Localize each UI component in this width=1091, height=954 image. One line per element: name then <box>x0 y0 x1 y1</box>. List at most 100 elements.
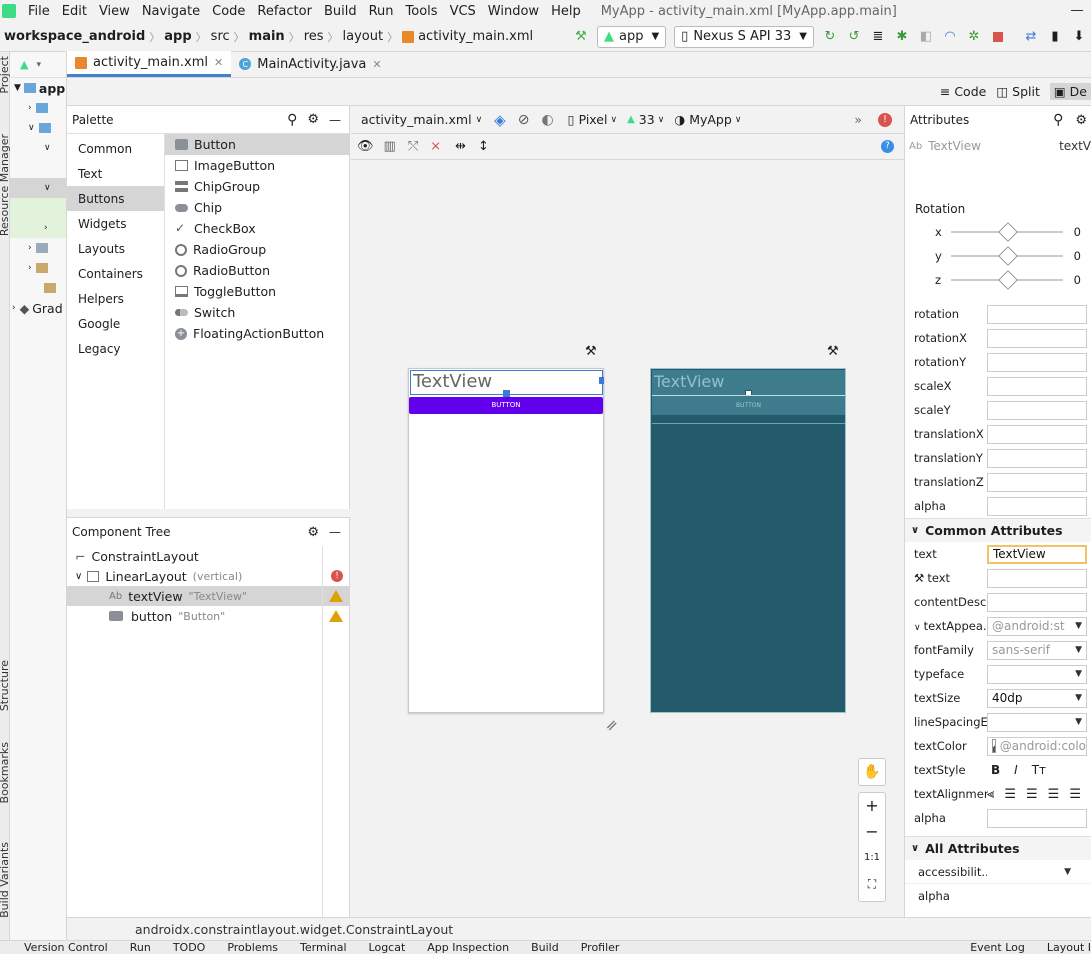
palette-category-buttons[interactable]: Buttons <box>67 186 164 211</box>
attr-input[interactable] <box>987 400 1087 420</box>
tree-row-constraintlayout[interactable]: ⌐ ConstraintLayout <box>67 546 349 566</box>
attr-input[interactable] <box>987 304 1087 324</box>
layout-inspector-tool-tab[interactable]: Layout I <box>1047 941 1091 954</box>
align-right-icon[interactable]: ☰ <box>1048 787 1060 802</box>
wrench-icon[interactable]: ⚒ <box>827 344 839 359</box>
bold-icon[interactable]: B <box>991 763 1000 777</box>
gear-icon[interactable]: ⚙ <box>1075 113 1087 128</box>
tree-row-button[interactable]: button "Button" <box>67 606 349 626</box>
orientation-icon[interactable]: ⊘ <box>518 112 530 128</box>
wrench-icon[interactable]: ⚒ <box>585 344 597 359</box>
widget-id-field[interactable]: textV <box>1059 139 1091 153</box>
pack-vertical-icon[interactable]: ↕ <box>478 139 489 154</box>
palette-item-togglebutton[interactable]: ToggleButton <box>165 281 349 302</box>
code-mode-button[interactable]: ≡ Code <box>940 84 987 99</box>
preview-button[interactable]: BUTTON <box>409 397 603 414</box>
project-tree-row[interactable]: › ◆ Grad <box>10 298 66 318</box>
menu-help[interactable]: Help <box>545 4 587 19</box>
component-path[interactable]: androidx.constraintlayout.widget.Constra… <box>135 922 453 937</box>
device-manager-icon[interactable]: ▮ <box>1046 28 1064 46</box>
attr-input[interactable] <box>987 472 1087 492</box>
debug-icon[interactable]: ✱ <box>893 28 911 46</box>
menu-vcs[interactable]: VCS <box>444 4 482 19</box>
error-icon[interactable]: ! <box>331 570 343 582</box>
profiler-tool-tab[interactable]: Profiler <box>581 941 620 954</box>
palette-category-common[interactable]: Common <box>67 136 164 161</box>
attr-input[interactable] <box>987 328 1087 348</box>
api-level-select[interactable]: ▲ 33 ∨ <box>627 112 664 127</box>
sdk-manager-icon[interactable]: ⬇ <box>1070 28 1088 46</box>
tab-mainactivity-java[interactable]: C MainActivity.java ✕ <box>231 51 389 77</box>
rerun-icon[interactable]: ↻ <box>821 28 839 46</box>
night-mode-icon[interactable]: ◐ <box>541 112 553 128</box>
slider-knob[interactable] <box>998 270 1018 290</box>
project-tree-row[interactable]: ∨ <box>10 118 66 138</box>
run-tool-tab[interactable]: Run <box>130 941 151 954</box>
attr-input[interactable] <box>987 376 1087 396</box>
autoconnect-icon[interactable]: ⤲ <box>408 139 418 154</box>
design-preview[interactable]: TextView BUTTON <box>408 368 604 713</box>
palette-item-checkbox[interactable]: ✓ CheckBox <box>165 218 349 239</box>
layout-file-select[interactable]: activity_main.xml ∨ <box>361 112 482 127</box>
terminal-tool-tab[interactable]: Terminal <box>300 941 347 954</box>
minimize-icon[interactable]: — <box>329 113 341 127</box>
search-icon[interactable]: ⚲ <box>287 112 297 128</box>
resize-corner-icon[interactable]: ═ <box>602 715 622 735</box>
breadcrumb-res[interactable]: res <box>300 29 328 44</box>
palette-category-helpers[interactable]: Helpers <box>67 286 164 311</box>
project-tree-row[interactable]: ∨ <box>10 138 66 158</box>
attr-input[interactable] <box>987 808 1087 828</box>
palette-item-radiobutton[interactable]: RadioButton <box>165 260 349 281</box>
sync-gradle-icon[interactable]: ⇄ <box>1022 28 1040 46</box>
breadcrumb-file[interactable]: activity_main.xml <box>398 29 537 44</box>
menu-view[interactable]: View <box>93 4 136 19</box>
menu-code[interactable]: Code <box>206 4 251 19</box>
attr-input[interactable] <box>987 448 1087 468</box>
palette-item-floatingactionbutton[interactable]: + FloatingActionButton <box>165 323 349 344</box>
project-tree-row[interactable]: ▼ app <box>10 78 66 98</box>
attr-dropdown[interactable]: 40dp ▼ <box>987 688 1087 708</box>
menu-navigate[interactable]: Navigate <box>136 4 206 19</box>
close-icon[interactable]: ✕ <box>214 56 223 69</box>
attr-color-input[interactable]: @android:colo <box>987 736 1087 756</box>
blueprint-preview[interactable]: TextView BUTTON <box>650 368 846 713</box>
stop-icon[interactable] <box>989 28 1007 46</box>
breadcrumb-main[interactable]: main <box>245 29 289 44</box>
logcat-tool-tab[interactable]: Logcat <box>369 941 406 954</box>
project-tree-row[interactable]: › <box>10 98 66 118</box>
search-icon[interactable]: ⚲ <box>1053 112 1063 128</box>
design-mode-button[interactable]: ▣ De <box>1049 83 1091 100</box>
warning-icon[interactable] <box>329 590 343 602</box>
attr-dropdown[interactable]: @android:st ▼ <box>987 616 1087 636</box>
project-tree-row[interactable] <box>10 158 66 178</box>
palette-item-chip[interactable]: Chip <box>165 197 349 218</box>
device-select[interactable]: ▯ Nexus S API 33 ▼ <box>674 25 814 48</box>
palette-item-switch[interactable]: Switch <box>165 302 349 323</box>
theme-select[interactable]: ◑ MyApp ∨ <box>674 112 741 127</box>
menu-build[interactable]: Build <box>318 4 363 19</box>
menu-window[interactable]: Window <box>482 4 545 19</box>
layers-icon[interactable]: ◈ <box>494 111 506 129</box>
blueprint-button[interactable]: BUTTON <box>652 395 845 415</box>
project-tree-row[interactable]: ∨ <box>10 178 66 198</box>
breadcrumb-layout[interactable]: layout <box>339 29 388 44</box>
all-caps-icon[interactable]: Tт <box>1032 763 1046 777</box>
project-tree-row[interactable]: › <box>10 258 66 278</box>
zoom-fit-button[interactable]: ⛶ <box>859 871 885 897</box>
run-config-select[interactable]: ▲ app ▼ <box>596 25 667 48</box>
attr-input[interactable] <box>987 352 1087 372</box>
pan-button[interactable]: ✋ <box>858 758 886 786</box>
palette-category-google[interactable]: Google <box>67 311 164 336</box>
breadcrumb-module[interactable]: app <box>160 29 195 44</box>
rotation-z-slider[interactable] <box>951 270 1063 290</box>
palette-category-containers[interactable]: Containers <box>67 261 164 286</box>
error-icon[interactable]: ! <box>878 112 892 127</box>
zoom-actual-size-button[interactable]: 1:1 <box>859 845 885 871</box>
minimize-icon[interactable]: — <box>329 525 341 539</box>
zoom-out-button[interactable]: − <box>859 819 885 845</box>
tab-activity-main-xml[interactable]: activity_main.xml ✕ <box>67 51 232 77</box>
attr-input[interactable]: TextView <box>987 544 1087 564</box>
project-tree-row[interactable]: › <box>10 238 66 258</box>
view-options-icon[interactable]: 👁 <box>357 139 374 154</box>
gear-icon[interactable]: ⚙ <box>307 112 319 127</box>
